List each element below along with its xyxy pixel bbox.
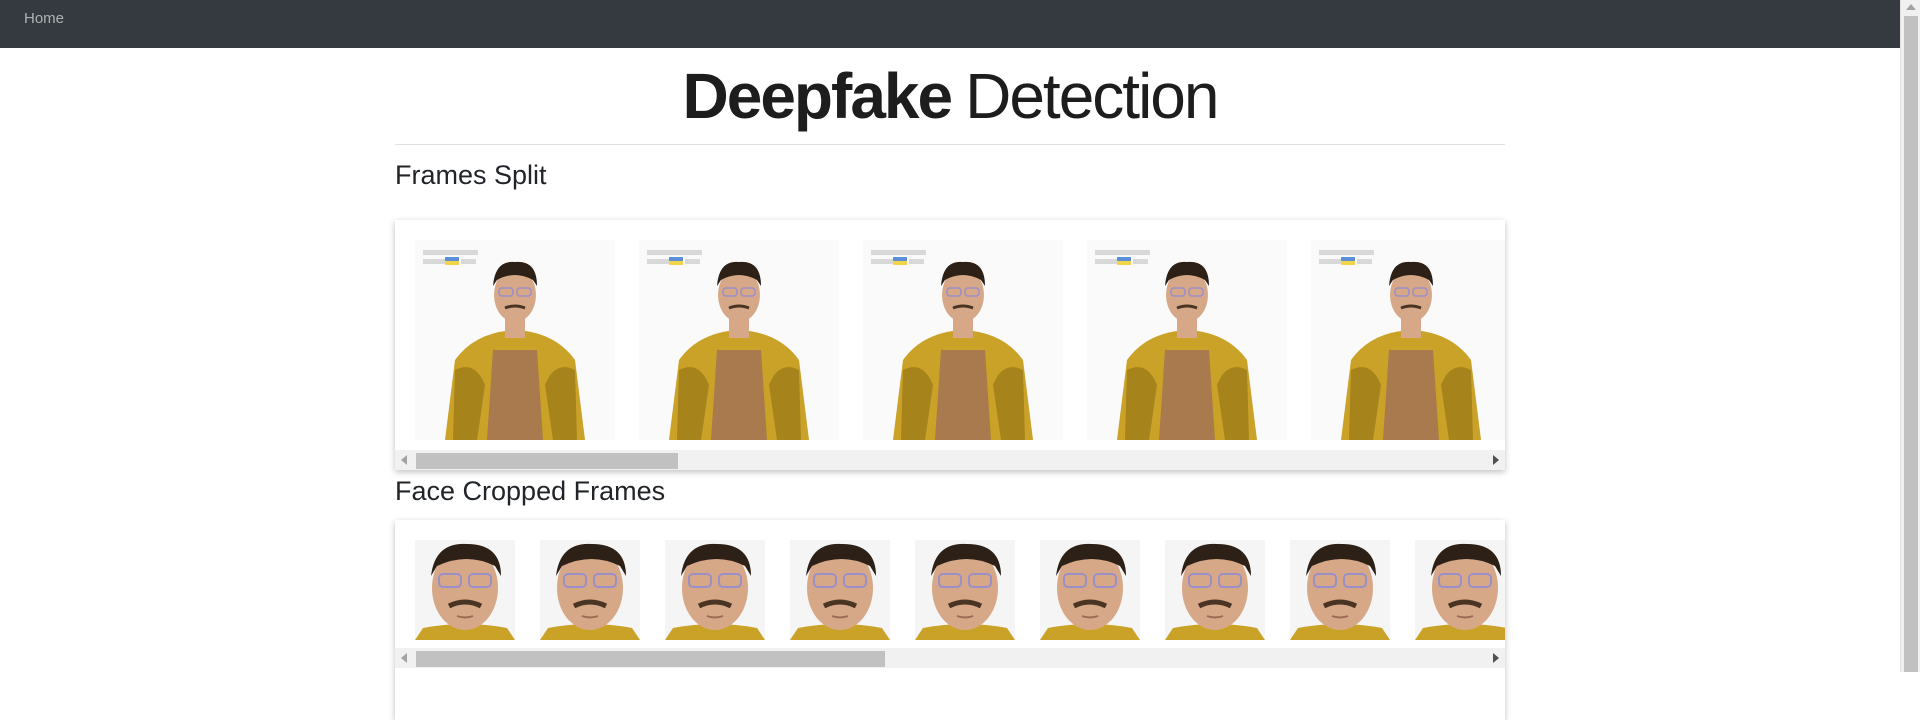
scroll-right-arrow-icon[interactable] (1493, 653, 1499, 663)
nav-home-link[interactable]: Home (24, 10, 64, 27)
scroll-left-arrow-icon[interactable] (401, 653, 407, 663)
scroll-left-arrow-icon[interactable] (401, 455, 407, 465)
face-crop-image (915, 540, 1015, 640)
face-crop-image (1290, 540, 1390, 640)
face-crop-image (1165, 540, 1265, 640)
video-frame-image (1087, 240, 1287, 440)
title-light-part: Detection (965, 60, 1219, 132)
frames-scrollbar-thumb[interactable] (416, 453, 678, 469)
scroll-right-arrow-icon[interactable] (1493, 455, 1499, 465)
faces-scrollbar-thumb[interactable] (416, 651, 885, 667)
frames-split-carousel[interactable] (395, 220, 1505, 470)
face-cropped-carousel[interactable] (395, 520, 1505, 720)
face-crop-image (1040, 540, 1140, 640)
face-cropped-heading: Face Cropped Frames (395, 476, 666, 506)
scroll-up-arrow-icon[interactable] (1906, 4, 1916, 10)
face-crop-image (790, 540, 890, 640)
face-crop-image (1415, 540, 1505, 640)
video-frame-image (415, 240, 615, 440)
page-vertical-scrollbar[interactable] (1900, 0, 1920, 672)
video-frame-image (863, 240, 1063, 440)
main-container: Deepfake Detection Frames Split Face Cro… (395, 48, 1505, 720)
page-scrollbar-thumb[interactable] (1904, 16, 1918, 672)
frames-horizontal-scrollbar[interactable] (395, 450, 1505, 470)
top-navbar: Home (0, 0, 1900, 48)
face-crop-image (665, 540, 765, 640)
video-frame-image (1311, 240, 1505, 440)
faces-horizontal-scrollbar[interactable] (395, 648, 1505, 668)
face-crop-image (415, 540, 515, 640)
page-title: Deepfake Detection (395, 48, 1505, 136)
header-divider (395, 144, 1505, 145)
face-crop-image (540, 540, 640, 640)
video-frame-image (639, 240, 839, 440)
frames-split-heading: Frames Split (395, 160, 547, 190)
title-bold-part: Deepfake (682, 60, 954, 132)
